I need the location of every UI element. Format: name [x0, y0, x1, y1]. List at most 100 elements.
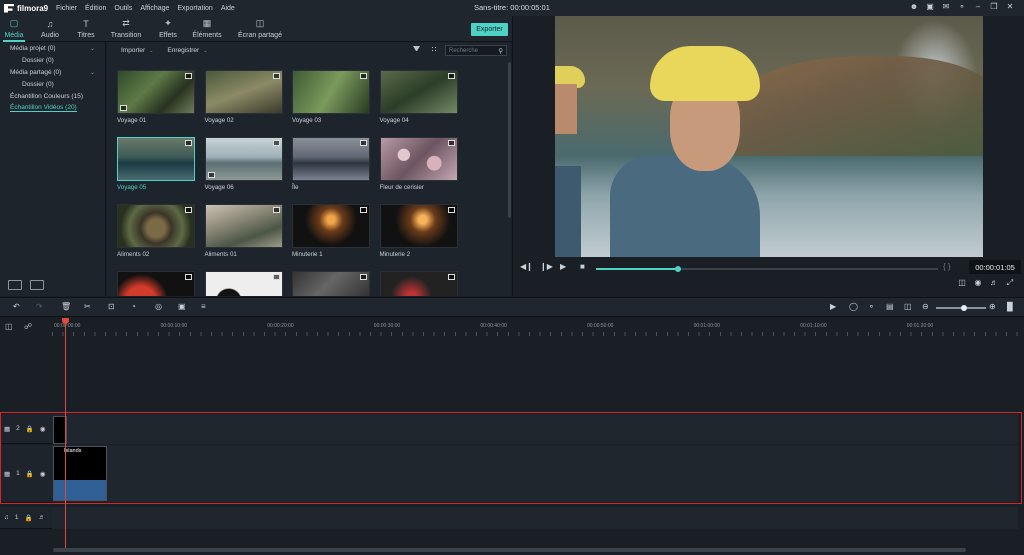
tab-elements[interactable]: ▦ Éléments: [192, 16, 222, 42]
volume-icon[interactable]: ♬: [986, 278, 1002, 288]
mixer-icon[interactable]: ▤: [886, 302, 894, 311]
color-icon[interactable]: ◎: [155, 302, 162, 311]
timeline-ruler[interactable]: 00:00:00:00 00:00:10:00 00:00:20:00 00:00:3…: [52, 318, 1024, 336]
mail-icon[interactable]: ✉: [938, 2, 954, 11]
media-preview-image[interactable]: [292, 137, 370, 181]
playback-handle[interactable]: [675, 266, 682, 272]
record-dropdown[interactable]: Enregistrer ⌄: [167, 47, 207, 54]
eye-icon[interactable]: ◉: [40, 425, 46, 433]
tree-item-media-projet[interactable]: Média projet (0) ⌄: [0, 42, 105, 54]
tree-item-dossier-partage[interactable]: Dossier (0): [0, 78, 105, 90]
panel-toggle-icon[interactable]: █: [1007, 302, 1013, 311]
volume-icon[interactable]: ♬: [39, 514, 46, 521]
camera-icon[interactable]: ◉: [970, 278, 986, 288]
mark-in-out[interactable]: { }: [943, 262, 951, 271]
import-dropdown[interactable]: Importer ⌄: [121, 47, 153, 54]
menu-edition[interactable]: Édition: [85, 5, 106, 12]
search-icon[interactable]: ⚲: [498, 47, 503, 55]
track-lane-audio-1[interactable]: [52, 507, 1018, 529]
zoom-out-icon[interactable]: ⊖: [922, 302, 929, 311]
save-icon[interactable]: ▣: [922, 2, 938, 11]
tree-item-dossier-projet[interactable]: Dossier (0): [0, 54, 105, 66]
media-preview-image[interactable]: [379, 271, 458, 296]
timeline-scrollbar[interactable]: [53, 548, 966, 552]
media-thumbnail[interactable]: Fleur de cerisier: [379, 137, 458, 191]
media-thumbnail[interactable]: Aliments 01: [204, 204, 283, 258]
media-thumbnail[interactable]: [292, 271, 370, 296]
search-input[interactable]: Recherche ⚲: [445, 45, 507, 56]
zoom-in-icon[interactable]: ⊕: [989, 302, 996, 311]
link-icon[interactable]: ☍: [24, 322, 32, 331]
media-thumbnail[interactable]: Minuterie 1: [292, 204, 370, 258]
media-preview-image[interactable]: [204, 204, 283, 248]
green-screen-icon[interactable]: ▣: [178, 302, 186, 311]
tab-transition[interactable]: ⇄ Transition: [110, 16, 142, 42]
add-track-icon[interactable]: ◫: [5, 322, 13, 331]
media-preview-image[interactable]: [204, 70, 283, 114]
track-lane-video-1[interactable]: [52, 445, 1018, 502]
media-preview-image[interactable]: [204, 137, 283, 181]
tree-item-media-partage[interactable]: Média partagé (0) ⌄: [0, 66, 105, 78]
media-preview-image[interactable]: [117, 271, 195, 296]
menu-outils[interactable]: Outils: [114, 5, 132, 12]
crop-icon[interactable]: ⊡: [108, 302, 115, 311]
render-icon[interactable]: ▶: [830, 302, 836, 311]
delete-icon[interactable]: 🗑: [61, 302, 71, 311]
media-preview-image[interactable]: [204, 271, 283, 296]
media-preview-image[interactable]: [379, 70, 458, 114]
media-preview-image[interactable]: [117, 204, 195, 248]
media-thumbnail[interactable]: [379, 271, 458, 296]
menu-aide[interactable]: Aide: [221, 5, 235, 12]
eye-icon[interactable]: ◉: [40, 470, 46, 478]
media-preview-image[interactable]: [292, 204, 370, 248]
filter-icon[interactable]: [413, 46, 420, 53]
zoom-slider[interactable]: [936, 305, 986, 311]
lock-icon[interactable]: 🔒: [26, 425, 34, 433]
tab-ecran-partage[interactable]: ◫ Écran partagé: [238, 16, 282, 42]
playhead[interactable]: [65, 318, 66, 548]
restore-icon[interactable]: ❐: [986, 2, 1002, 11]
tab-audio[interactable]: ♫ Audio: [38, 16, 62, 42]
voiceover-icon[interactable]: ⚬: [868, 302, 875, 311]
media-preview-image[interactable]: [117, 70, 195, 114]
previous-frame-icon[interactable]: ◀❙: [520, 262, 533, 271]
step-back-icon[interactable]: ❙▶: [540, 262, 553, 271]
media-thumbnail[interactable]: Île: [292, 137, 370, 191]
media-thumbnail[interactable]: [117, 271, 195, 296]
close-icon[interactable]: ✕: [1002, 2, 1018, 11]
media-preview-image[interactable]: [117, 137, 195, 181]
media-preview-image[interactable]: [292, 271, 370, 296]
undo-icon[interactable]: ↶: [13, 302, 20, 311]
chevron-down-icon[interactable]: ⌄: [90, 69, 95, 76]
playback-progress[interactable]: [596, 266, 938, 272]
speed-icon[interactable]: ◔: [131, 302, 136, 311]
media-thumbnail[interactable]: Aliments 02: [117, 204, 195, 258]
folder-icon[interactable]: [30, 280, 44, 290]
tab-titres[interactable]: T Titres: [74, 16, 98, 42]
media-thumbnail[interactable]: Voyage 02: [204, 70, 283, 124]
minimize-icon[interactable]: –: [970, 2, 986, 11]
tab-effets[interactable]: ✦ Effets: [156, 16, 180, 42]
export-button[interactable]: Exporter: [471, 23, 508, 36]
display-icon[interactable]: ◫: [954, 278, 970, 288]
tree-item-echantillon-videos[interactable]: Échantillon Vidéos (20): [0, 102, 105, 114]
lock-icon[interactable]: 🔒: [25, 514, 33, 522]
tree-item-echantillon-couleurs[interactable]: Échantillon Couleurs (15): [0, 90, 105, 102]
media-preview-image[interactable]: [292, 70, 370, 114]
play-icon[interactable]: ▶: [560, 262, 566, 271]
media-thumbnail[interactable]: Voyage 05: [117, 137, 195, 191]
menu-exportation[interactable]: Exportation: [177, 5, 212, 12]
media-thumbnail[interactable]: [204, 271, 283, 296]
microphone-icon[interactable]: ⚬: [954, 2, 970, 11]
audio-adjust-icon[interactable]: ≡: [201, 302, 206, 311]
media-preview-image[interactable]: [379, 137, 458, 181]
tab-media[interactable]: ▢ Média: [3, 16, 25, 42]
snapshot-icon[interactable]: ◫: [904, 302, 912, 311]
track-lane-video-2[interactable]: [52, 414, 1018, 444]
media-thumbnail[interactable]: Voyage 06: [204, 137, 283, 191]
media-thumbnail[interactable]: Minuterie 2: [379, 204, 458, 258]
stop-icon[interactable]: ■: [580, 262, 585, 271]
account-icon[interactable]: ☻: [906, 2, 922, 11]
timeline-clip-islands[interactable]: Islands: [53, 446, 107, 501]
menu-affichage[interactable]: Affichage: [140, 5, 169, 12]
